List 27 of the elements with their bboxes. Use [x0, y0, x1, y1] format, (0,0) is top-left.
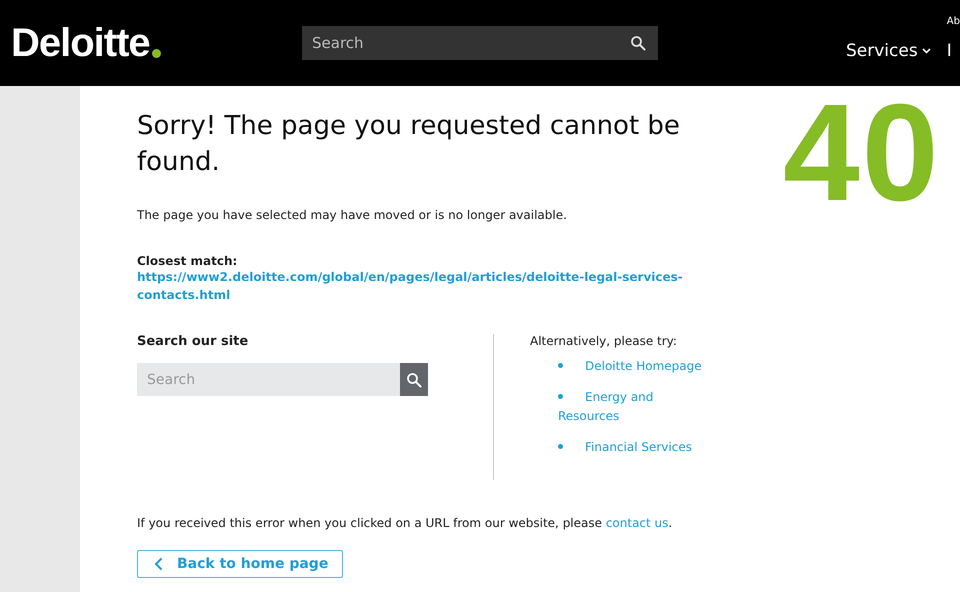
error-title: Sorry! The page you requested cannot be found. [137, 110, 681, 179]
logo-dot-icon [152, 49, 161, 58]
bullet-icon [558, 444, 563, 450]
logo-wordmark[interactable]: Deloitte [11, 23, 150, 63]
nav-link[interactable]: I [946, 41, 952, 61]
search-heading: Search our site [137, 334, 250, 349]
contact-link[interactable]: contact us [606, 516, 668, 530]
search-icon[interactable] [630, 35, 646, 51]
search-icon [406, 372, 422, 388]
alternative-link[interactable]: Financial Services [558, 438, 708, 457]
error-code: 40 [783, 84, 940, 222]
closest-match-label: Closest match: [137, 254, 238, 268]
header-search-field[interactable]: Search [302, 26, 658, 60]
search-button[interactable] [400, 363, 428, 396]
alternative-link[interactable]: Energy and Resources [558, 388, 708, 426]
chevron-left-icon [154, 557, 163, 571]
site-search-field[interactable]: Search [137, 363, 400, 396]
error-message: The page you have selected may have moved or is no longer available. [137, 208, 568, 222]
nav-link[interactable]: Services [846, 41, 931, 61]
alternative-link[interactable]: Deloitte Homepage [558, 357, 708, 376]
error-note: If you received this error when you clicked on a URL from our website, please contact us. [137, 516, 674, 530]
utility-link[interactable]: Ab [946, 16, 960, 27]
alternatives-heading: Alternatively, please try: [530, 334, 678, 348]
closest-match-link[interactable]: https://www2.deloitte.com/global/en/pages/legal/articles/deloitte-legal-services-contacts.html [137, 268, 697, 304]
back-home-button[interactable]: Back to home page [137, 550, 344, 578]
bullet-icon [558, 394, 563, 400]
bullet-icon [558, 363, 563, 368]
